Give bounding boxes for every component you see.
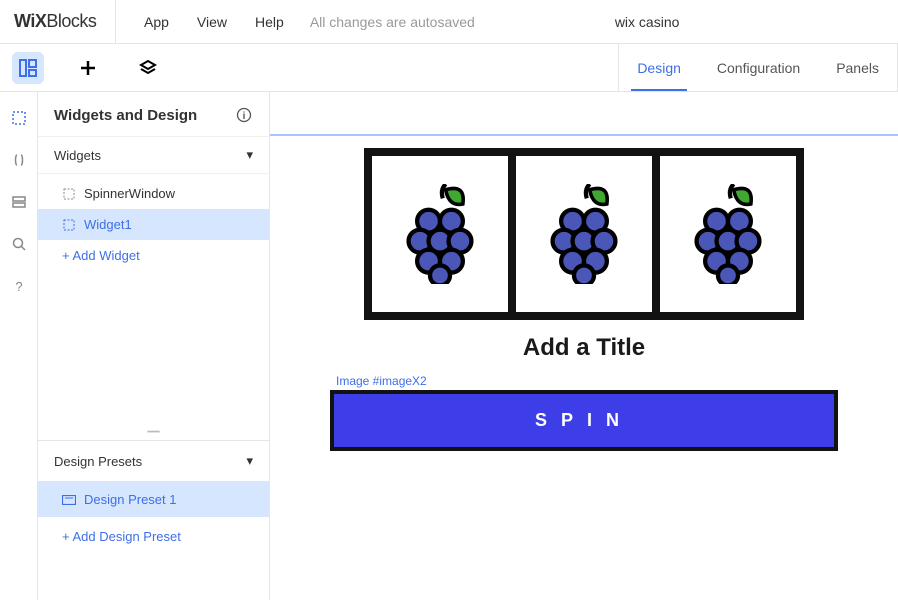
sidebar-title: Widgets and Design xyxy=(54,107,197,124)
logo: WiXBlocks xyxy=(0,0,116,43)
menu-app[interactable]: App xyxy=(144,14,169,30)
grape-icon xyxy=(683,184,773,284)
toolbar: Design Configuration Panels xyxy=(0,44,898,92)
widget-icon xyxy=(62,218,76,232)
presets-block: ━━ Design Presets ▾ Design Preset 1 + Ad… xyxy=(38,424,269,552)
tree-item-widget1[interactable]: Widget1 xyxy=(38,209,269,240)
preset-icon xyxy=(62,493,76,507)
logo-blocks: Blocks xyxy=(46,11,96,32)
grape-icon xyxy=(539,184,629,284)
widget-tree: SpinnerWindow Widget1 + Add Widget xyxy=(38,174,269,275)
image-label: Image #imageX2 xyxy=(336,374,838,388)
tree-label: Widget1 xyxy=(84,217,132,232)
widgets-head-label: Widgets xyxy=(54,148,101,163)
slot-cell-1 xyxy=(372,156,516,312)
rail-help-icon[interactable]: ? xyxy=(9,276,29,296)
rail-search-icon[interactable] xyxy=(9,234,29,254)
top-menu: App View Help xyxy=(116,14,284,30)
topbar: WiXBlocks App View Help All changes are … xyxy=(0,0,898,44)
layout-tool-icon[interactable] xyxy=(12,52,44,84)
sidebar-title-row: Widgets and Design i xyxy=(38,92,269,137)
svg-text:i: i xyxy=(243,111,246,122)
presets-head-label: Design Presets xyxy=(54,454,142,469)
logo-wix: WiX xyxy=(14,11,46,32)
stage: Add a Title Image #imageX2 SPIN xyxy=(270,136,898,451)
widget-title[interactable]: Add a Title xyxy=(330,334,838,362)
preset-item-1[interactable]: Design Preset 1 xyxy=(38,482,269,517)
tab-panels[interactable]: Panels xyxy=(818,44,897,91)
layers-tool-icon[interactable] xyxy=(132,52,164,84)
sidebar: Widgets and Design i Widgets ▾ SpinnerWi… xyxy=(38,92,270,600)
slot-cell-2 xyxy=(516,156,660,312)
tree-item-spinnerwindow[interactable]: SpinnerWindow xyxy=(38,178,269,209)
chevron-down-icon: ▾ xyxy=(246,453,253,469)
spin-button-frame: SPIN xyxy=(330,390,838,451)
menu-view[interactable]: View xyxy=(197,14,227,30)
grape-icon xyxy=(395,184,485,284)
rail-database-icon[interactable] xyxy=(9,192,29,212)
widget-icon xyxy=(62,187,76,201)
tab-configuration[interactable]: Configuration xyxy=(699,44,818,91)
rail: ? xyxy=(0,92,38,600)
rail-widgets-icon[interactable] xyxy=(9,108,29,128)
main: ? Widgets and Design i Widgets ▾ Spinner… xyxy=(0,92,898,600)
drag-handle-icon[interactable]: ━━ xyxy=(38,424,269,440)
rail-code-icon[interactable] xyxy=(9,150,29,170)
add-tool-icon[interactable] xyxy=(72,52,104,84)
info-icon[interactable]: i xyxy=(235,106,253,124)
canvas[interactable]: Add a Title Image #imageX2 SPIN xyxy=(270,92,898,600)
spin-button[interactable]: SPIN xyxy=(334,394,834,447)
add-preset-link[interactable]: + Add Design Preset xyxy=(38,517,269,552)
add-widget-link[interactable]: + Add Widget xyxy=(38,240,269,271)
menu-help[interactable]: Help xyxy=(255,14,284,30)
spacer xyxy=(38,275,269,424)
slot-frame[interactable] xyxy=(364,148,804,320)
widgets-section-head[interactable]: Widgets ▾ xyxy=(38,137,269,174)
project-name: wix casino xyxy=(615,14,680,30)
tab-design[interactable]: Design xyxy=(619,44,699,91)
autosave-status: All changes are autosaved xyxy=(310,14,475,30)
chevron-down-icon: ▾ xyxy=(246,147,253,163)
svg-text:?: ? xyxy=(15,279,22,294)
tabs: Design Configuration Panels xyxy=(618,44,898,91)
tool-left xyxy=(0,52,164,84)
tree-label: SpinnerWindow xyxy=(84,186,175,201)
preset-label: Design Preset 1 xyxy=(84,492,177,507)
presets-section-head[interactable]: Design Presets ▾ xyxy=(38,440,269,482)
canvas-header xyxy=(270,92,898,136)
slot-cell-3 xyxy=(660,156,796,312)
